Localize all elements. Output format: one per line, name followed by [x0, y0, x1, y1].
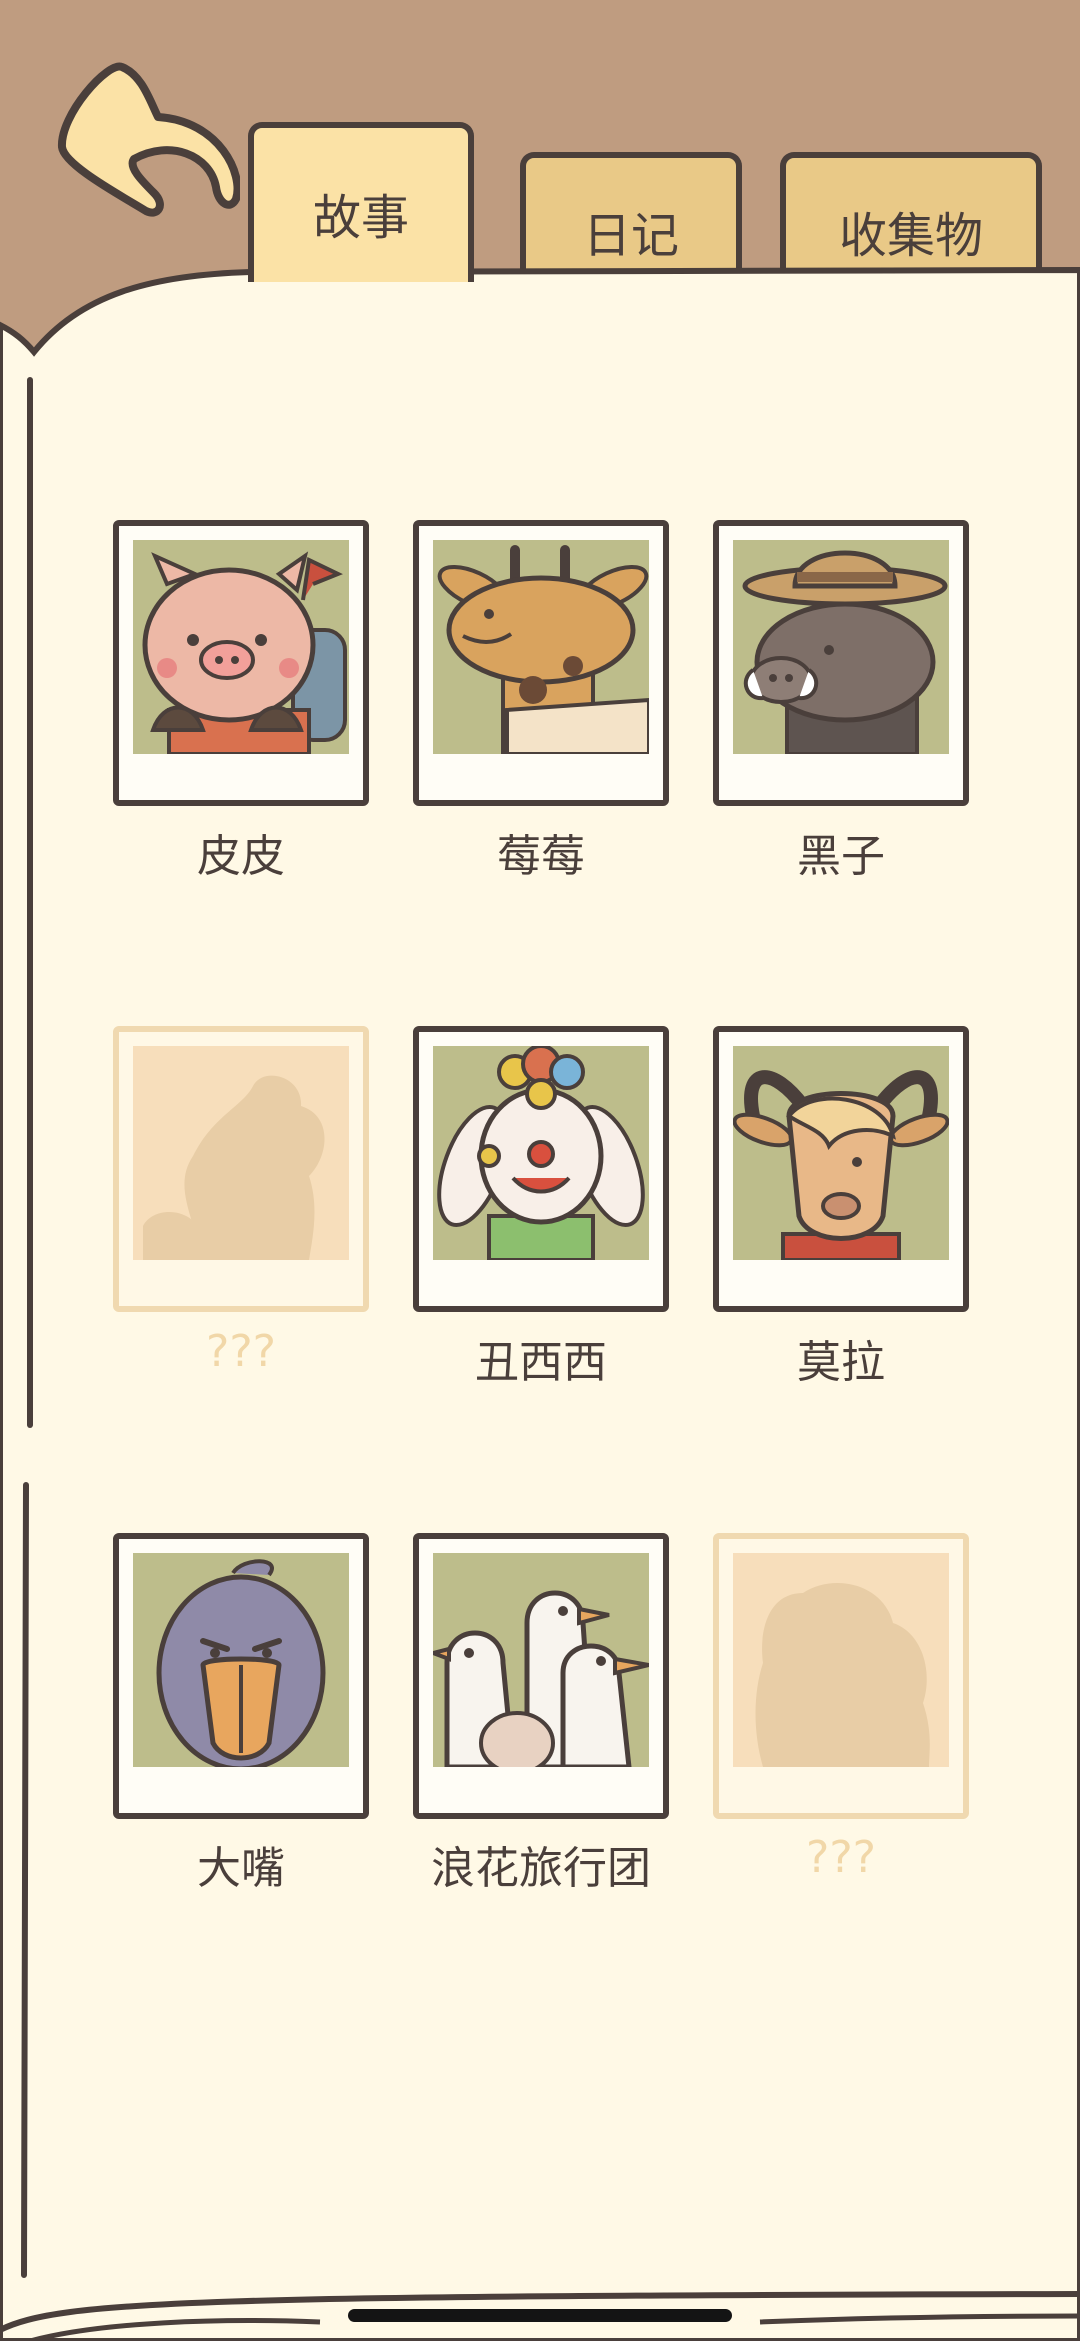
portrait-silhouette [733, 1553, 949, 1767]
portrait-ducks [433, 1553, 649, 1767]
home-indicator[interactable] [348, 2309, 732, 2322]
tab-story[interactable]: 故事 [248, 122, 474, 282]
character-name: 皮皮 [197, 831, 285, 882]
character-name: 莓莓 [497, 831, 585, 882]
character-name: ??? [205, 1326, 277, 1377]
character-card-locked[interactable] [113, 1026, 369, 1312]
character-card-dazui[interactable] [113, 1533, 369, 1819]
character-card-locked[interactable] [713, 1533, 969, 1819]
character-card-mola[interactable] [713, 1026, 969, 1312]
portrait-boar [733, 540, 949, 754]
story-collection-screen: 故事 日记 收集物 皮皮 莓莓 黑子 ??? 丑西西 莫拉 大嘴 浪花旅行团 ?… [0, 0, 1080, 2341]
portrait-silhouette [133, 1046, 349, 1260]
portrait-giraffe [433, 540, 649, 754]
character-card-heizi[interactable] [713, 520, 969, 806]
character-card-langhua[interactable] [413, 1533, 669, 1819]
character-name: 丑西西 [475, 1337, 607, 1388]
portrait-shoebill [133, 1553, 349, 1767]
character-name: 大嘴 [197, 1843, 285, 1894]
character-card-meimei[interactable] [413, 520, 669, 806]
character-name: 莫拉 [797, 1337, 885, 1388]
portrait-pig [133, 540, 349, 754]
character-name: ??? [805, 1832, 877, 1883]
tab-story-label: 故事 [312, 190, 409, 246]
character-card-chouxixi[interactable] [413, 1026, 669, 1312]
character-card-pipi[interactable] [113, 520, 369, 806]
character-name: 浪花旅行团 [431, 1843, 651, 1894]
portrait-goat [733, 1046, 949, 1260]
character-name: 黑子 [797, 831, 885, 882]
portrait-clown-rabbit [433, 1046, 649, 1260]
